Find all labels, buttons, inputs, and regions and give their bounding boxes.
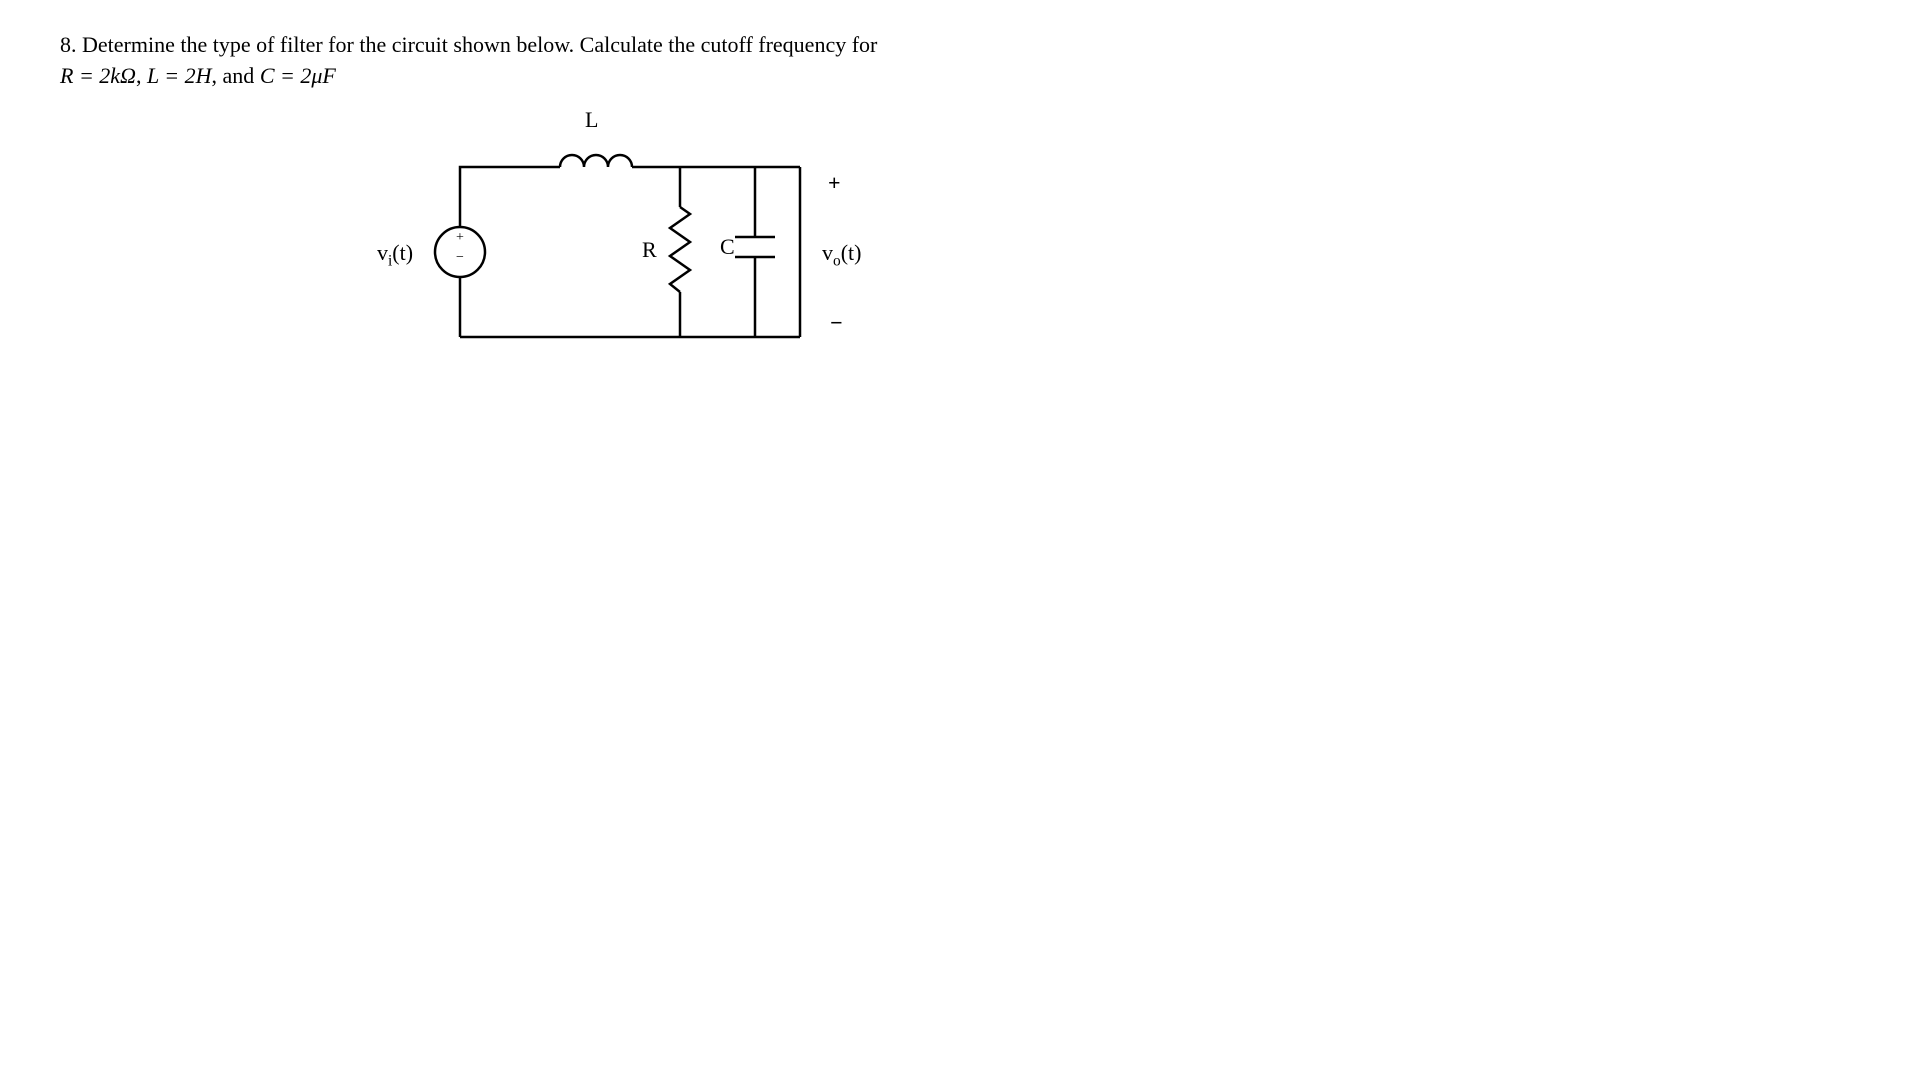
problem-text: Determine the type of filter for the cir… <box>82 32 877 57</box>
output-plus: + <box>828 170 841 196</box>
input-voltage-label: vi(t) <box>377 240 413 270</box>
L-equation: L = 2H <box>147 63 212 88</box>
C-equation: C = 2μF <box>260 63 336 88</box>
capacitor-label: C <box>720 234 735 260</box>
problem-statement: 8. Determine the type of filter for the … <box>60 30 1860 92</box>
output-voltage-label: vo(t) <box>822 240 861 270</box>
inductor-label: L <box>585 107 598 133</box>
circuit-diagram: L R C vi(t) vo(t) + − + − <box>380 112 880 392</box>
source-minus: − <box>456 250 464 266</box>
comma2: , and <box>212 63 260 88</box>
comma1: , <box>136 63 147 88</box>
output-minus: − <box>830 310 843 336</box>
source-plus: + <box>456 230 464 246</box>
problem-number: 8. <box>60 32 77 57</box>
circuit-svg <box>380 112 880 392</box>
resistor-label: R <box>642 237 657 263</box>
R-equation: R = 2kΩ <box>60 63 136 88</box>
